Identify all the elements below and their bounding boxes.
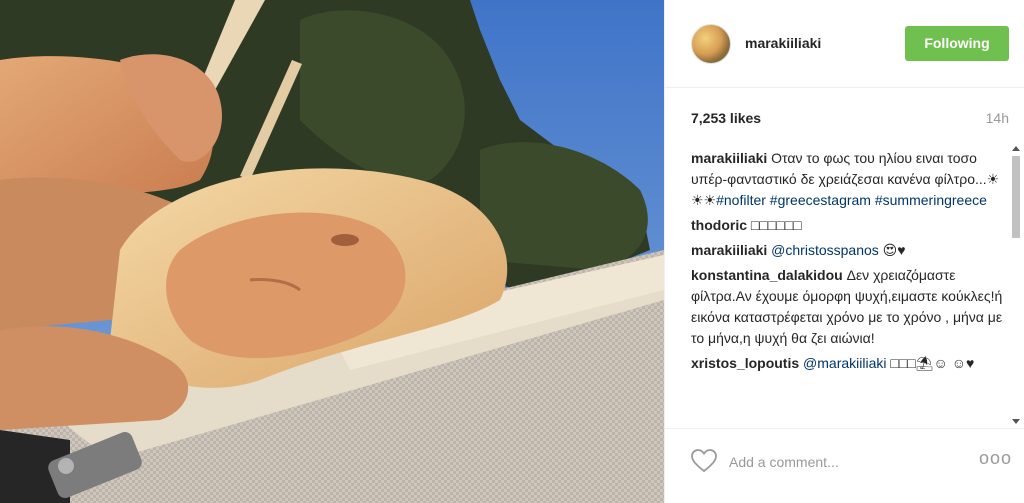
add-comment-input[interactable] bbox=[729, 451, 959, 473]
post-time[interactable]: 14h bbox=[986, 110, 1009, 126]
comment-mention[interactable]: @marakiiliaki bbox=[803, 355, 886, 371]
list-item: marakiiliaki Οταν το φως του ηλίου ειναι… bbox=[691, 148, 1011, 211]
comment-text: □□□□□□ bbox=[750, 217, 802, 233]
list-item: xristos_lopoutis @marakiiliaki □□□⛱☺ ☺♥ bbox=[691, 353, 1011, 374]
comment-mention[interactable]: @christosspanos bbox=[771, 242, 879, 258]
scroll-down-arrow-icon[interactable] bbox=[1012, 419, 1020, 424]
author-username-link[interactable]: marakiiliaki bbox=[745, 35, 821, 51]
comments-scrollbar[interactable] bbox=[1010, 146, 1022, 426]
post-header: marakiiliaki Following bbox=[665, 0, 1024, 88]
post-footer: ooo bbox=[665, 428, 1024, 503]
comment-username[interactable]: thodoric bbox=[691, 217, 747, 233]
comment-username[interactable]: konstantina_dalakidou bbox=[691, 267, 843, 283]
likes-row: 7,253 likes 14h bbox=[691, 110, 1009, 128]
post-photo[interactable] bbox=[0, 0, 664, 503]
comment-hashtags[interactable]: #nofilter #greecestagram #summeringreece bbox=[716, 192, 987, 208]
avatar[interactable] bbox=[691, 24, 731, 64]
comment-username[interactable]: marakiiliaki bbox=[691, 242, 767, 258]
comments-list: marakiiliaki Οταν το φως του ηλίου ειναι… bbox=[691, 148, 1011, 426]
more-options-button[interactable]: ooo bbox=[979, 449, 1011, 467]
scroll-thumb[interactable] bbox=[1012, 156, 1020, 238]
list-item: thodoric □□□□□□ bbox=[691, 215, 1011, 236]
comment-text: 😍♥ bbox=[882, 242, 906, 258]
heart-icon[interactable] bbox=[691, 449, 717, 473]
following-button[interactable]: Following bbox=[905, 26, 1009, 61]
scroll-up-arrow-icon[interactable] bbox=[1012, 146, 1020, 151]
list-item: konstantina_dalakidou Δεν χρειαζόμαστε φ… bbox=[691, 265, 1011, 349]
list-item: marakiiliaki @christosspanos 😍♥ bbox=[691, 240, 1011, 261]
likes-count[interactable]: 7,253 likes bbox=[691, 110, 761, 126]
photo-image bbox=[0, 0, 664, 503]
comment-username[interactable]: xristos_lopoutis bbox=[691, 355, 799, 371]
comment-username[interactable]: marakiiliaki bbox=[691, 150, 767, 166]
post-details-panel: marakiiliaki Following 7,253 likes 14h m… bbox=[664, 0, 1024, 503]
comment-text: □□□⛱☺ ☺♥ bbox=[890, 355, 975, 371]
